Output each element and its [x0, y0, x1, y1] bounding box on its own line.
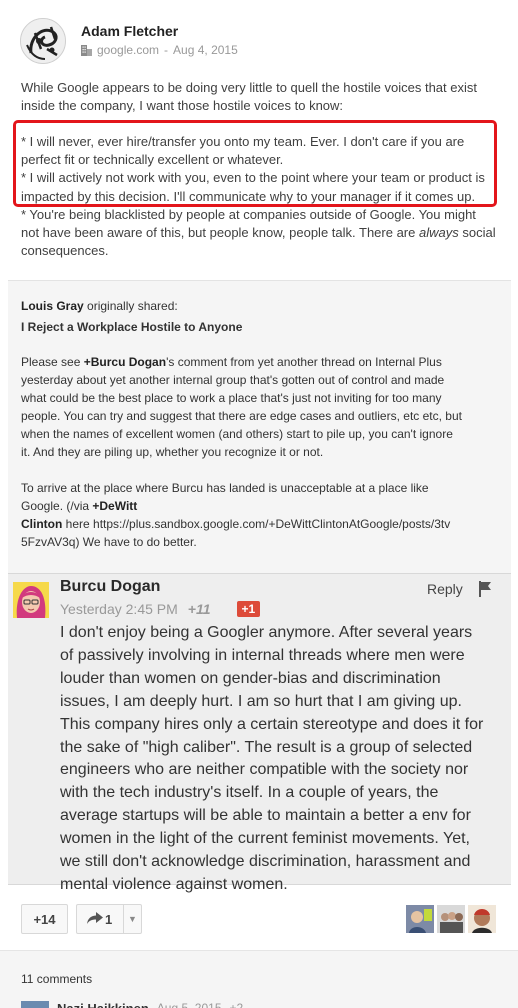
plus-oner-avatar[interactable] — [468, 905, 496, 933]
text-line: with the tech industry's itself. In a co… — [60, 784, 439, 802]
next-comment-preview: Nazi Haikkinen Aug 5, 2015 +2 — [21, 1001, 243, 1008]
post-header: Adam Fletcher google.com - Aug 4, 2015 — [20, 18, 500, 68]
emphasis-always: always — [418, 225, 459, 241]
author-avatar[interactable] — [20, 18, 66, 64]
text-line: Google. (/via +DeWitt — [21, 499, 138, 513]
mention-link[interactable]: +Burcu Dogan — [84, 355, 166, 369]
text-line: it. And they are piling up, whether you … — [21, 445, 324, 459]
comments-section: 11 comments Nazi Haikkinen Aug 5, 2015 +… — [0, 951, 518, 1008]
plus-one-post-button[interactable]: +14 — [21, 904, 68, 934]
shared-title: I Reject a Workplace Hostile to Anyone — [21, 320, 243, 334]
next-comment-date[interactable]: Aug 5, 2015 — [157, 1001, 222, 1008]
meta-separator: - — [164, 43, 169, 57]
text-line: I don't enjoy being a Googler anymore. A… — [60, 624, 473, 641]
text-line: This company hires only a certain stereo… — [60, 715, 484, 733]
plus-one-button[interactable]: +1 — [236, 601, 261, 617]
share-arrow-icon — [87, 911, 103, 927]
text-line: 5FzvAV3q) We have to do better. — [21, 535, 197, 549]
commenter-avatar[interactable] — [13, 582, 49, 618]
comment-body: I don't enjoy being a Googler anymore. A… — [60, 622, 500, 897]
text-line: when the names of excellent women (and o… — [21, 427, 453, 441]
text-line: we still don't acknowledge discriminatio… — [60, 853, 471, 871]
author-name[interactable]: Adam Fletcher — [81, 23, 178, 39]
post-paragraph-intro: While Google appears to be doing very li… — [21, 79, 501, 115]
text-line: While Google appears to be doing very li… — [21, 80, 477, 95]
comments-count[interactable]: 11 comments — [21, 972, 92, 986]
reshared-post: Louis Gray originally shared: I Reject a… — [8, 280, 511, 893]
plus-oner-avatar[interactable] — [437, 905, 465, 933]
text-line: of passively involving in internal threa… — [60, 646, 465, 664]
flag-icon[interactable] — [478, 581, 492, 597]
text-line: people. You can try and suggest that the… — [21, 409, 462, 423]
red-highlight-box — [13, 120, 497, 207]
text-line: inside the company, I want those hostile… — [21, 98, 344, 114]
text-line: Please see +Burcu Dogan's comment from y… — [21, 355, 442, 369]
text-line: the sake of "high caliber". The result i… — [60, 738, 473, 756]
mention-link[interactable]: +DeWitt — [92, 499, 137, 513]
plus-oners-avatars — [406, 905, 496, 933]
text-line: yesterday about yet another internal gro… — [21, 373, 445, 387]
comment-meta: Yesterday 2:45 PM +11 +1 — [60, 601, 261, 617]
next-commenter-avatar[interactable] — [21, 1001, 49, 1008]
text-line: not have been aware of this, but people … — [21, 225, 496, 241]
share-dropdown-chevron-icon[interactable]: ▼ — [123, 905, 141, 933]
next-commenter-name[interactable]: Nazi Haikkinen — [57, 1001, 149, 1008]
comment-plus-count[interactable]: +11 — [188, 601, 211, 617]
plus-oner-avatar[interactable] — [406, 905, 434, 933]
text-line: average startups will be able to maintai… — [60, 807, 471, 825]
reply-button[interactable]: Reply — [427, 581, 463, 597]
text-line: * You're being blacklisted by people at … — [21, 207, 476, 222]
text-line: consequences. — [21, 243, 109, 259]
text-line: Clinton here https://plus.sandbox.google… — [21, 517, 451, 531]
share-count: 1 — [105, 911, 113, 927]
original-author-link[interactable]: Louis Gray — [21, 299, 84, 313]
comment-time[interactable]: Yesterday 2:45 PM — [60, 601, 178, 617]
shared-attribution: Louis Gray originally shared: — [21, 299, 178, 313]
shared-body-1: Please see +Burcu Dogan's comment from y… — [21, 353, 501, 461]
text-line: louder than women on gender-bias and dis… — [60, 669, 441, 687]
building-icon — [81, 44, 92, 56]
author-domain[interactable]: google.com — [97, 43, 159, 57]
text-line: issues, I am deeply hurt. I am so hurt t… — [60, 692, 462, 710]
next-comment-plus[interactable]: +2 — [230, 1001, 244, 1008]
post-meta: google.com - Aug 4, 2015 — [81, 43, 238, 57]
commenter-name[interactable]: Burcu Dogan — [60, 578, 160, 596]
share-button[interactable]: 1 ▼ — [76, 904, 142, 934]
post-actions: +14 1 ▼ — [21, 904, 142, 934]
shared-body-2: To arrive at the place where Burcu has l… — [21, 479, 501, 551]
share-main[interactable]: 1 — [87, 911, 113, 927]
embedded-comment: Burcu Dogan Reply Yesterday 2:45 PM +11 … — [8, 573, 511, 893]
mention-link[interactable]: Clinton — [21, 517, 62, 531]
post-paragraph-blacklist: * You're being blacklisted by people at … — [21, 206, 501, 261]
text-line: mental violence against women. — [60, 875, 288, 893]
text-line: what could be the best place to work a p… — [21, 391, 442, 405]
text-line: women in the light of the current femini… — [60, 830, 470, 848]
post-date[interactable]: Aug 4, 2015 — [173, 43, 238, 57]
text-line: To arrive at the place where Burcu has l… — [21, 481, 429, 495]
text-line: engineers who are neither compatible wit… — [60, 761, 469, 779]
